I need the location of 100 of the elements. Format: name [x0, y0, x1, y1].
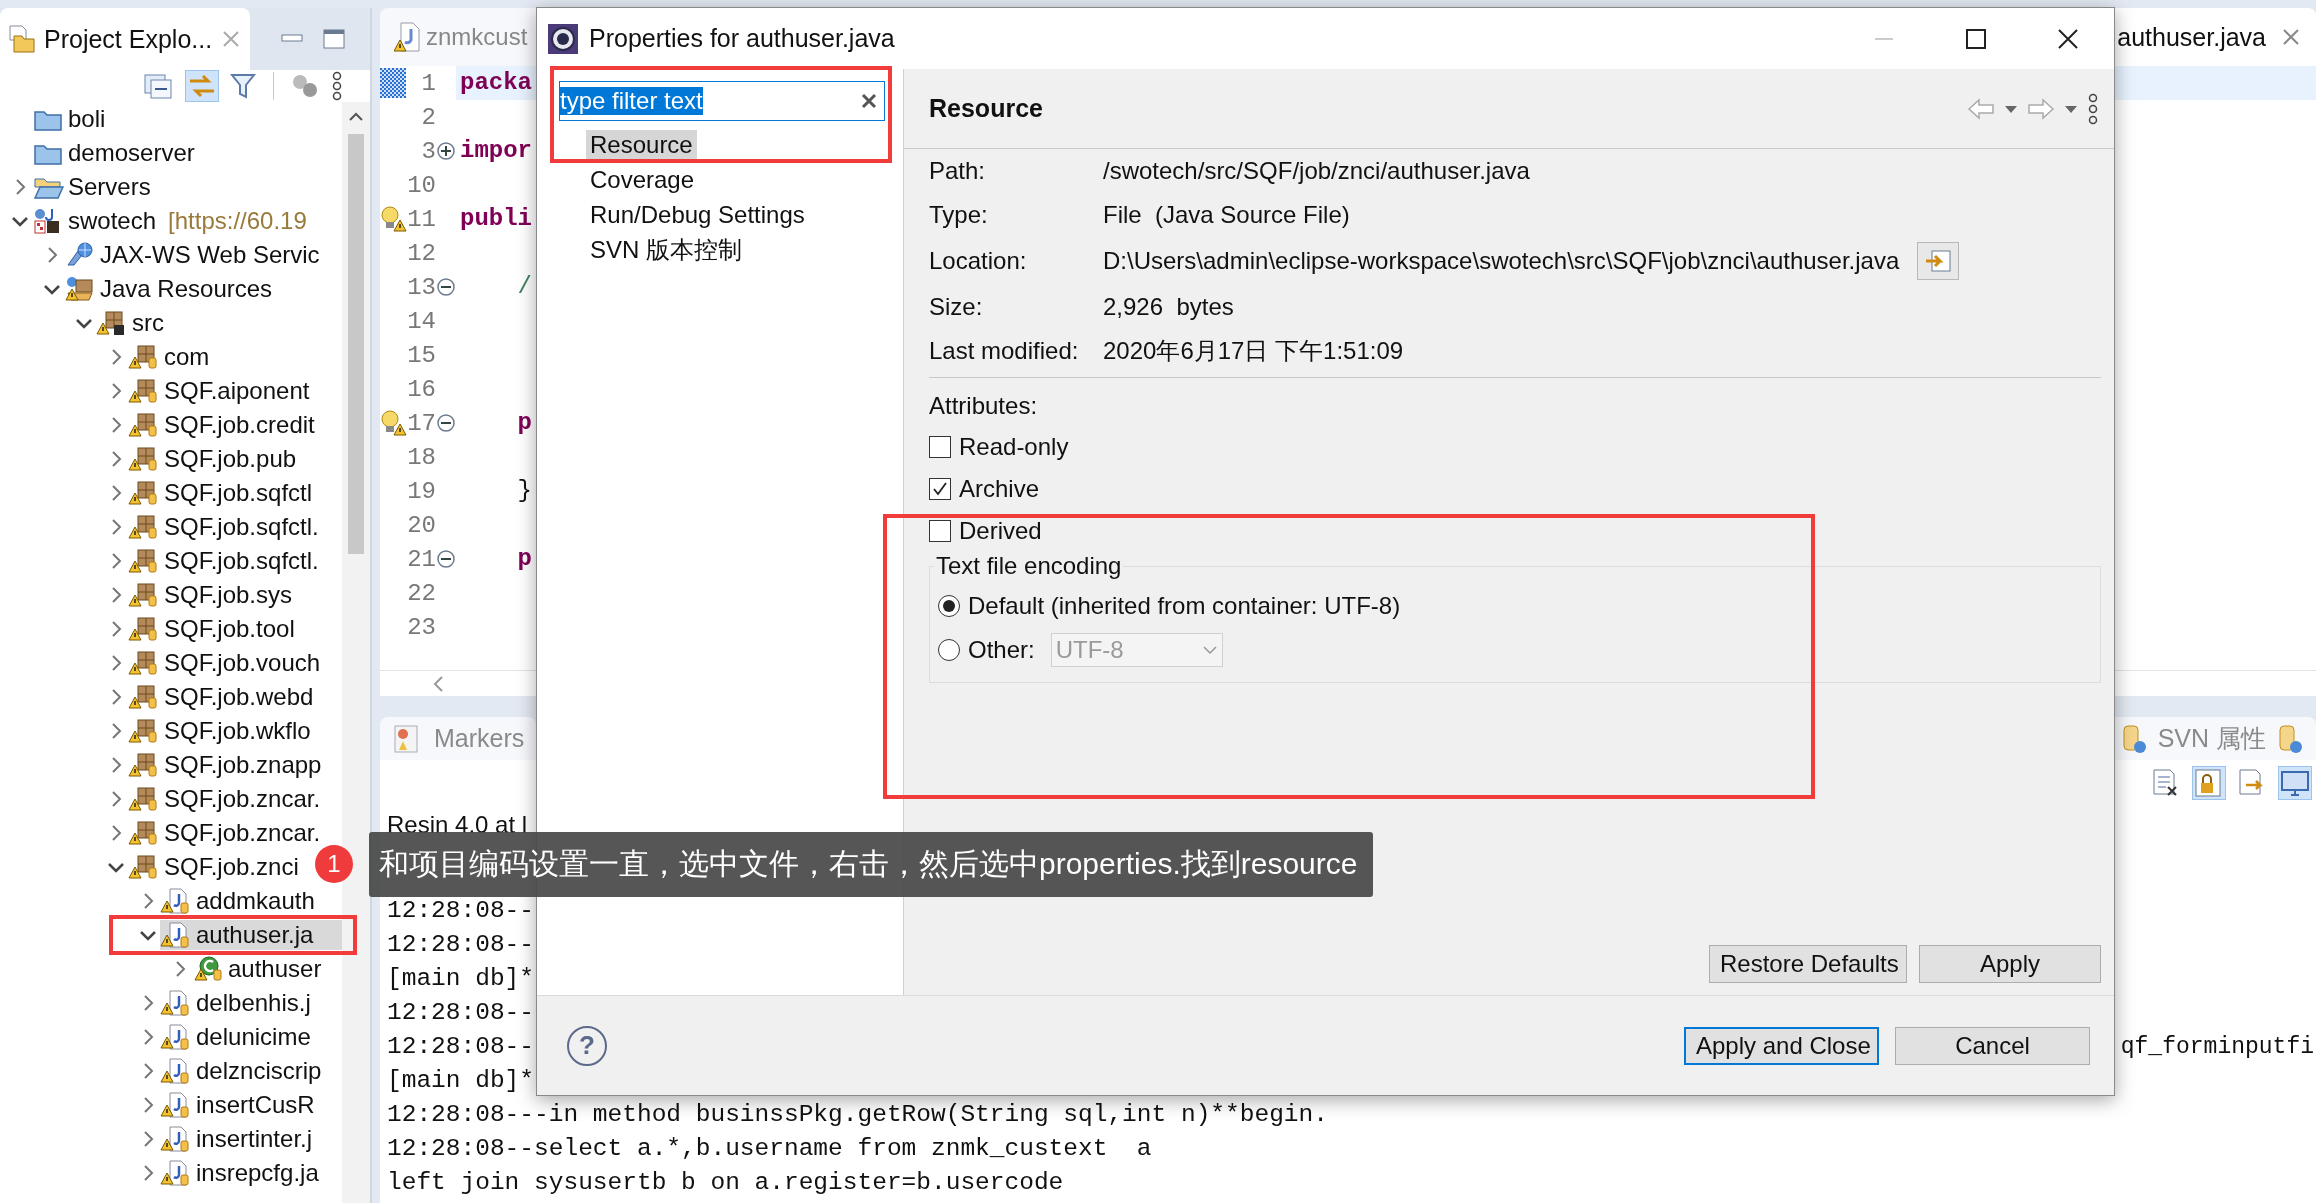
property-label: Last modified:: [929, 337, 1080, 365]
console-line: [main db]*: [387, 964, 535, 994]
line-number: 16: [406, 375, 436, 403]
checkbox[interactable]: [929, 520, 951, 542]
help-button[interactable]: ?: [567, 1025, 607, 1066]
java-file-icon: [160, 1057, 192, 1085]
radio-label: Default (inherited from container: UTF-8): [968, 592, 1401, 620]
line-number: 2: [420, 103, 436, 131]
page-item[interactable]: Run/Debug Settings: [586, 199, 809, 230]
package-icon: [128, 513, 160, 541]
tree-item[interactable]: SQF.job.sqfctl: [128, 478, 317, 508]
expand-fold-icon[interactable]: [436, 141, 456, 161]
menu-icon[interactable]: [2086, 91, 2100, 126]
package-icon: [128, 649, 160, 677]
line-number: 19: [406, 477, 436, 505]
checkbox-label: Archive: [959, 475, 1040, 503]
checkbox[interactable]: [929, 478, 951, 500]
tree-item[interactable]: delbenhis.j: [160, 988, 315, 1018]
tree-item[interactable]: insertCusR: [160, 1090, 319, 1120]
console-line: 12:28:08---in method businssPkg.getRow(String sql,int n)**begin.: [387, 1100, 1328, 1130]
tree-item[interactable]: demoserver: [32, 138, 199, 168]
document-arrow-icon: [1924, 249, 1953, 273]
tree-item[interactable]: insertinter.j: [160, 1124, 317, 1154]
page-item[interactable]: Resource: [586, 129, 697, 160]
page-button[interactable]: Apply: [1919, 945, 2101, 983]
close-icon[interactable]: [2056, 26, 2080, 51]
tree-item[interactable]: Java Resources: [64, 274, 277, 304]
tree-item[interactable]: boli: [32, 104, 110, 134]
java-file-icon: [160, 887, 192, 915]
line-number: 18: [406, 443, 436, 471]
tree-item[interactable]: SQF.job.sqfctl.: [128, 546, 323, 576]
open-location-button[interactable]: [1917, 242, 1960, 280]
line-number: 11: [406, 205, 436, 233]
dialog-button[interactable]: Cancel: [1895, 1026, 2090, 1065]
checkbox[interactable]: [929, 436, 951, 458]
tree-item[interactable]: SQF.job.pub: [128, 444, 301, 474]
caret-icon[interactable]: [2064, 103, 2078, 114]
scrollbar[interactable]: [342, 102, 370, 1203]
tree-item[interactable]: SQF.job.znci: [128, 852, 303, 882]
page-item[interactable]: Coverage: [586, 164, 699, 195]
property-label: Path:: [929, 157, 987, 185]
menu-icon[interactable]: [330, 71, 344, 101]
tree-item[interactable]: addmkauth: [160, 886, 319, 916]
tree-item[interactable]: delznciscrip: [160, 1056, 326, 1086]
tree-item[interactable]: SQF.aiponent: [128, 376, 314, 406]
collapse-all-icon[interactable]: [143, 71, 175, 101]
tooltip: 和项目编码设置一直，选中文件，右击，然后选中properties.找到resource: [369, 832, 1374, 897]
tree-item[interactable]: SQF.job.zncar.: [128, 784, 325, 814]
tree-item[interactable]: JAX-WS Web Servic: [64, 240, 324, 270]
code-line: impor: [459, 136, 532, 166]
tree-item[interactable]: insrepcfg.ja: [160, 1158, 323, 1188]
property-value: D:\Users\admin\eclipse-workspace\swotech\src\SQF\job\znci\authuser.java: [1103, 247, 1900, 275]
checkbox-label: Derived: [959, 517, 1042, 545]
console-line: [main db]*: [387, 1066, 535, 1096]
view-tab[interactable]: Project Explo...: [0, 8, 250, 70]
tree-item[interactable]: authuser.ja: [160, 920, 342, 950]
line-number: 17: [406, 409, 436, 437]
package-icon: [128, 751, 160, 779]
page-item[interactable]: SVN 版本控制: [586, 234, 746, 265]
property-value: 2020年6月17日 下午1:51:09: [1103, 336, 1404, 366]
tree-item[interactable]: swotech [https://60.19: [32, 206, 311, 236]
caret-icon[interactable]: [2004, 103, 2018, 114]
filter-icon[interactable]: [229, 71, 257, 101]
tree-item[interactable]: SQF.job.tool: [128, 614, 299, 644]
collapse-fold-icon[interactable]: [436, 549, 456, 569]
tree-item[interactable]: SQF.job.webd: [128, 682, 318, 712]
package-icon: [128, 377, 160, 405]
maximize-icon[interactable]: [1965, 27, 1987, 50]
scroll-thumb[interactable]: [348, 134, 364, 554]
java-file-icon: [160, 1091, 192, 1119]
tree-item[interactable]: SQF.job.znapp: [128, 750, 326, 780]
tree-item[interactable]: authuser: [192, 954, 326, 984]
clear-icon[interactable]: [860, 92, 878, 110]
tree-item[interactable]: src: [96, 308, 168, 338]
property-label: Location:: [929, 247, 1028, 275]
tree-item[interactable]: Servers: [32, 172, 155, 202]
line-number: 1: [420, 69, 436, 97]
dialog-button[interactable]: Apply and Close: [1684, 1026, 1879, 1065]
tree-item[interactable]: SQF.job.credit: [128, 410, 319, 440]
collapse-fold-icon[interactable]: [436, 277, 456, 297]
tree-item[interactable]: SQF.job.wkflo: [128, 716, 315, 746]
caret-icon: [1201, 644, 1218, 656]
tree-item[interactable]: delunicime: [160, 1022, 315, 1052]
tree-item[interactable]: SQF.job.sys: [128, 580, 297, 610]
collapse-fold-icon[interactable]: [436, 413, 456, 433]
code-line: /: [516, 272, 532, 302]
code-line: p: [516, 544, 532, 574]
line-number: 23: [406, 613, 436, 641]
scroll-up-icon[interactable]: [348, 110, 364, 122]
console-line: 12:28:08--: [387, 896, 535, 926]
tree-item[interactable]: SQF.job.sqfctl.: [128, 512, 323, 542]
page-button[interactable]: Restore Defaults: [1709, 945, 1907, 983]
filter-field[interactable]: type filter text: [559, 81, 885, 121]
tree-item[interactable]: SQF.job.vouch: [128, 648, 325, 678]
radio-button[interactable]: [938, 595, 960, 617]
tree-item[interactable]: com: [128, 342, 214, 372]
java-file-icon: [160, 921, 192, 949]
line-number: 21: [406, 545, 436, 573]
radio-button[interactable]: [938, 639, 960, 661]
tree-item[interactable]: SQF.job.zncar.: [128, 818, 325, 848]
